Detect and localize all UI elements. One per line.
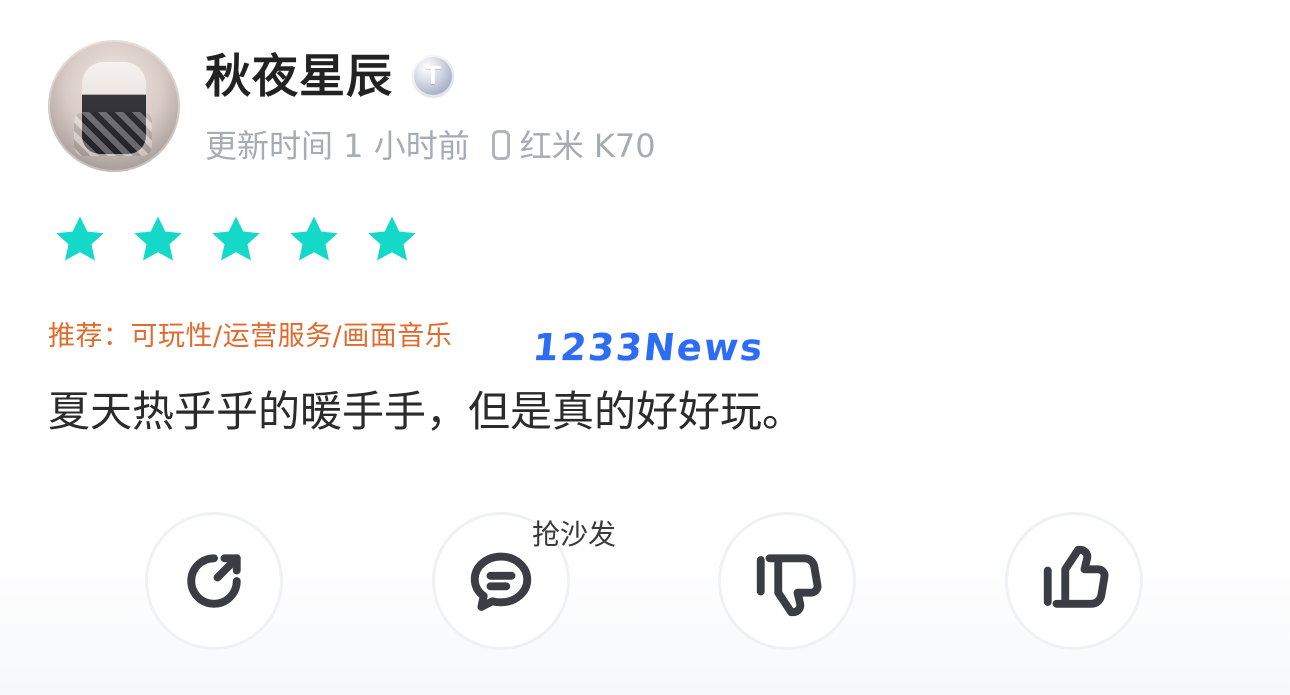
review-card: 秋夜星辰 T 更新时间 1 小时前 红米 K70 推荐：可玩性/运营服务/画面音…	[0, 0, 1290, 695]
meta-row: 更新时间 1 小时前 红米 K70	[205, 122, 656, 166]
thumbs-down-icon	[756, 554, 822, 617]
review-text: 夏天热乎乎的暖手手，但是真的好好玩。	[48, 387, 805, 436]
share-button[interactable]	[145, 512, 283, 650]
like-button[interactable]	[1005, 512, 1143, 650]
update-time: 更新时间 1 小时前	[205, 127, 470, 165]
badge-letter: T	[425, 59, 441, 90]
watermark: 1233News	[530, 326, 767, 369]
star-icon	[290, 216, 338, 261]
star-icon	[368, 216, 416, 261]
star-icon	[56, 216, 104, 261]
recommend-tags: 推荐：可玩性/运营服务/画面音乐	[48, 321, 453, 352]
phone-icon	[491, 130, 510, 160]
thumbs-up-icon	[1043, 545, 1109, 608]
device-name: 红米 K70	[519, 127, 656, 165]
comment-hint: 抢沙发	[532, 518, 617, 551]
dislike-button[interactable]	[718, 512, 856, 650]
device-info: 红米 K70	[491, 121, 656, 167]
star-icon	[134, 216, 182, 261]
share-icon	[187, 554, 241, 608]
star-icon	[212, 216, 260, 261]
star-rating	[50, 210, 422, 270]
username[interactable]: 秋夜星辰	[205, 48, 393, 104]
avatar[interactable]	[48, 40, 180, 172]
badge-icon: T	[412, 55, 454, 97]
comment-icon	[470, 552, 532, 611]
avatar-pattern	[74, 112, 152, 156]
